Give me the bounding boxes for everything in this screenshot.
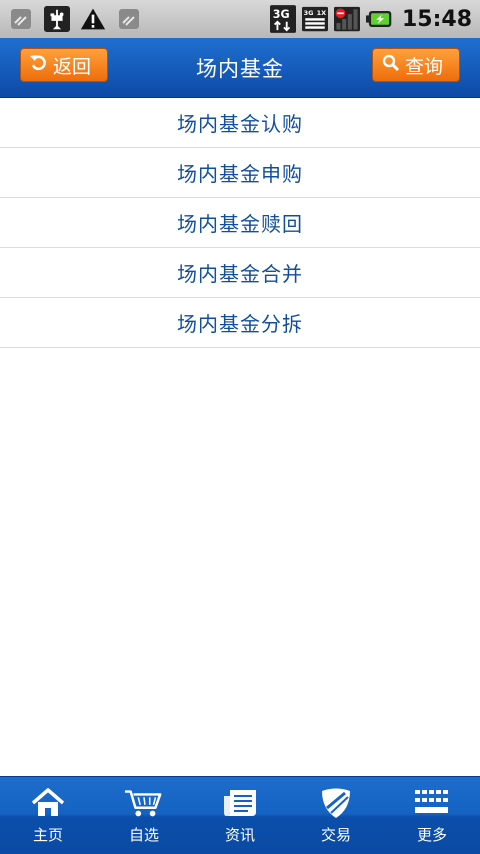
menu-item-merge[interactable]: 场内基金合并	[0, 248, 480, 298]
status-bar-right: 3G 3G 1X 15:48	[269, 5, 472, 33]
search-icon	[381, 53, 401, 78]
menu-item-redeem[interactable]: 场内基金赎回	[0, 198, 480, 248]
query-button[interactable]: 查询	[372, 48, 460, 82]
net-3g-text: 3G	[304, 9, 314, 17]
nav-item-more[interactable]: 更多	[384, 777, 480, 854]
nav-label-home: 主页	[32, 825, 63, 844]
3g-data-text: 3G	[273, 8, 290, 21]
menu-item-split[interactable]: 场内基金分拆	[0, 298, 480, 348]
usb-icon	[44, 6, 70, 32]
3g-data-icon: 3G	[269, 5, 296, 33]
status-bar: 3G 3G 1X 15:48	[0, 0, 480, 38]
home-icon	[28, 787, 68, 819]
battery-charging-icon	[365, 6, 392, 32]
satellite-icon	[116, 6, 142, 32]
status-clock: 15:48	[401, 6, 472, 32]
nav-item-news[interactable]: 资讯	[192, 777, 288, 854]
query-button-label: 查询	[405, 55, 444, 78]
nav-label-trade: 交易	[320, 825, 351, 844]
menu-item-purchase[interactable]: 场内基金申购	[0, 148, 480, 198]
3g-1x-icon: 3G 1X	[301, 6, 328, 32]
fund-menu-list: 场内基金认购 场内基金申购 场内基金赎回 场内基金合并 场内基金分拆	[0, 98, 480, 348]
net-1x-text: 1X	[317, 9, 327, 17]
status-bar-left	[8, 6, 142, 32]
nav-item-trade[interactable]: 交易	[288, 777, 384, 854]
nav-item-home[interactable]: 主页	[0, 777, 96, 854]
header-bar: 场内基金 返回 查询	[0, 38, 480, 98]
grid-icon	[412, 787, 452, 819]
satellite-icon	[8, 6, 34, 32]
nav-label-watchlist: 自选	[128, 825, 159, 844]
nav-label-more: 更多	[416, 825, 447, 844]
nav-item-watchlist[interactable]: 自选	[96, 777, 192, 854]
nav-label-news: 资讯	[224, 825, 255, 844]
bottom-nav: 主页 自选 资讯 交易 更多	[0, 776, 480, 854]
cart-icon	[124, 787, 164, 819]
undo-arrow-icon	[29, 53, 49, 78]
shield-icon	[316, 787, 356, 819]
back-button-label: 返回	[53, 55, 92, 78]
back-button[interactable]: 返回	[20, 48, 108, 82]
warning-icon	[80, 6, 106, 32]
news-icon	[220, 787, 260, 819]
signal-icon	[333, 6, 360, 32]
menu-item-subscribe[interactable]: 场内基金认购	[0, 98, 480, 148]
